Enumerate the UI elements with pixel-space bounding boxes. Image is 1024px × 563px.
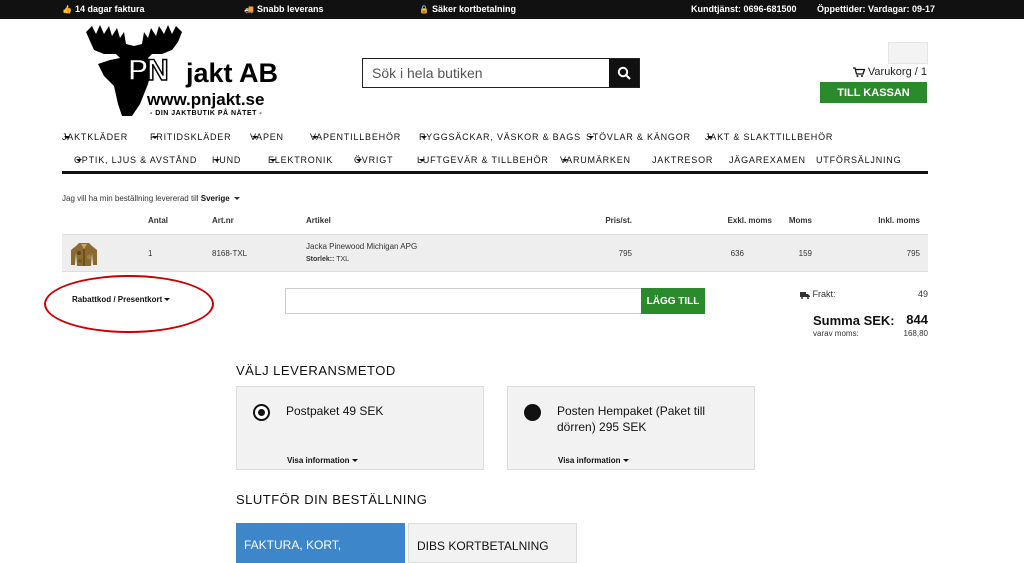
invoice-info: 👍 14 dagar faktura <box>62 4 145 14</box>
top-info-bar: 👍 14 dagar faktura 🚚 Snabb leverans 🔒 Säker… <box>0 0 1024 19</box>
logo-tagline: - DIN JAKTBUTIK PÅ NÄTET - <box>150 110 263 117</box>
shipping-option-postpaket[interactable]: Postpaket 49 SEK Visa information <box>236 386 484 470</box>
cart-table-header: Antal Art.nr Artikel Pris/st. Exkl. moms… <box>62 215 928 234</box>
header-excl: Exkl. moms <box>727 216 772 225</box>
show-info-toggle[interactable]: Visa information <box>558 456 629 465</box>
lock-icon: 🔒 <box>419 5 429 14</box>
show-info-toggle[interactable]: Visa information <box>287 456 358 465</box>
thumbs-up-icon: 👍 <box>62 5 72 14</box>
nav-divider <box>62 171 928 174</box>
shipping-option-hempaket[interactable]: Posten Hempaket (Paket till dörren) 295 … <box>507 386 755 470</box>
nav-item-elektronik[interactable]: ELEKTRONIK <box>268 155 332 165</box>
truck-icon <box>800 291 810 299</box>
radio-selected-icon[interactable] <box>253 404 270 421</box>
nav-item-luftgevar[interactable]: LUFTGEVÄR & TILLBEHÖR <box>417 155 548 165</box>
cart-link[interactable]: Varukorg / 1 <box>852 66 927 78</box>
row-product-name[interactable]: Jacka Pinewood Michigan APG <box>306 242 417 251</box>
account-box[interactable] <box>888 42 928 64</box>
country-value: Sverige <box>200 194 230 203</box>
site-logo[interactable]: PN jakt AB www.pnjakt.se - DIN JAKTBUTIK… <box>82 24 300 124</box>
shipping-heading: VÄLJ LEVERANSMETOD <box>236 363 396 378</box>
radio-unselected-icon[interactable] <box>524 404 541 421</box>
support-phone: Kundtjänst: 0696-681500 <box>691 4 797 14</box>
row-excl: 636 <box>730 249 744 258</box>
header-qty: Antal <box>148 216 168 225</box>
delivery-country-selector[interactable]: Jag vill ha min beställning levererad ti… <box>62 194 240 203</box>
shipping-cost-label: Frakt: <box>800 289 836 299</box>
cart-label: Varukorg / 1 <box>867 66 927 78</box>
row-artnr: 8168-TXL <box>212 249 248 258</box>
nav-item-jaktklader[interactable]: JAKTKLÄDER <box>62 132 127 142</box>
header-vat: Moms <box>788 216 812 225</box>
secure-info: 🔒 Säker kortbetalning <box>419 4 516 14</box>
tab-faktura-kort[interactable]: FAKTURA, KORT, <box>236 523 405 563</box>
vat-value: 168,80 <box>903 329 928 338</box>
table-row: 1 8168-TXL Jacka Pinewood Michigan APG S… <box>62 234 928 272</box>
total-label: Summa SEK: <box>813 313 895 328</box>
caret-down-icon <box>351 459 358 463</box>
shipping-option-label: Posten Hempaket (Paket till dörren) 295 … <box>557 404 706 434</box>
nav-item-vapen[interactable]: VAPEN <box>250 132 283 142</box>
search-button[interactable] <box>609 59 639 87</box>
search-bar <box>362 58 640 88</box>
nav-item-jakt-slakt[interactable]: JAKT & SLAKTTILLBEHÖR <box>705 132 832 142</box>
shipping-option-label: Postpaket 49 SEK <box>286 404 384 418</box>
vat-label: varav moms: <box>813 329 859 338</box>
nav-item-ryggsackar[interactable]: RYGGSÄCKAR, VÄSKOR & BAGS <box>419 132 580 142</box>
nav-item-fritidsklader[interactable]: FRITIDSKLÄDER <box>150 132 231 142</box>
delivery-info: 🚚 Snabb leverans <box>244 4 324 14</box>
header-article: Artikel <box>306 216 331 225</box>
header-incl: Inkl. moms <box>878 216 920 225</box>
payment-heading: SLUTFÖR DIN BESTÄLLNING <box>236 492 428 507</box>
header-price: Pris/st. <box>605 216 632 225</box>
truck-icon: 🚚 <box>244 5 254 14</box>
caret-down-icon <box>622 459 629 463</box>
row-price: 795 <box>618 249 632 258</box>
logo-name: jakt AB <box>186 58 279 88</box>
logo-url: www.pnjakt.se <box>147 90 265 109</box>
tab-dibs[interactable]: DIBS KORTBETALNING <box>408 523 577 563</box>
annotation-circle <box>44 275 214 333</box>
nav-item-optik[interactable]: OPTIK, LJUS & AVSTÅND <box>74 155 196 165</box>
row-vat: 159 <box>798 249 812 258</box>
header-artnr: Art.nr <box>212 216 234 225</box>
row-incl: 795 <box>906 249 920 258</box>
nav-item-varumarken[interactable]: VARUMÄRKEN <box>560 155 630 165</box>
shipping-cost-value: 49 <box>917 289 928 299</box>
nav-item-vapentillbehor[interactable]: VAPENTILLBEHÖR <box>310 132 400 142</box>
nav-item-ovrigt[interactable]: ÖVRIGT <box>354 155 393 165</box>
logo-pn: PN <box>127 53 169 88</box>
search-input[interactable] <box>363 59 609 87</box>
product-thumbnail[interactable] <box>70 241 98 267</box>
nav-item-stovlar[interactable]: STÖVLAR & KÄNGOR <box>586 132 690 142</box>
row-size: Storlek:: TXL <box>306 256 350 263</box>
coupon-input[interactable] <box>285 288 642 314</box>
search-icon <box>617 66 631 80</box>
total-value: 844 <box>906 312 928 327</box>
caret-down-icon <box>233 197 240 201</box>
add-coupon-button[interactable]: LÄGG TILL <box>641 288 705 314</box>
row-qty: 1 <box>148 249 153 258</box>
nav-item-hund[interactable]: HUND <box>212 155 240 165</box>
opening-hours: Öppettider: Vardagar: 09-17 <box>817 4 936 14</box>
cart-icon <box>852 67 865 77</box>
checkout-button[interactable]: TILL KASSAN <box>820 82 927 103</box>
